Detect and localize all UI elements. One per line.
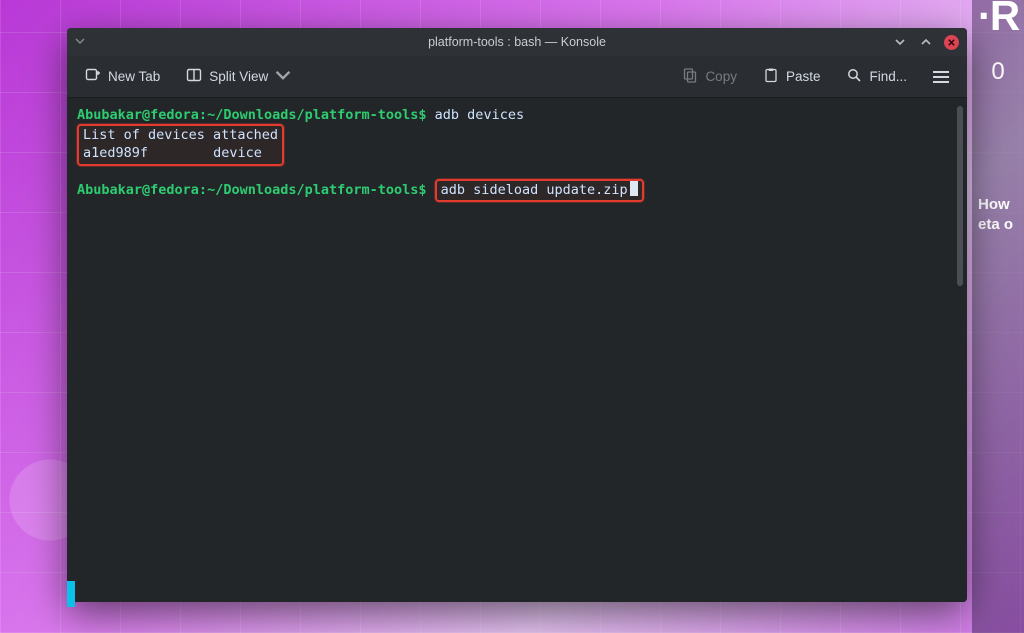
maximize-button[interactable]: [918, 34, 934, 50]
window-title: platform-tools : bash — Konsole: [67, 35, 967, 49]
chevron-down-icon: [275, 67, 291, 86]
search-icon: [846, 67, 862, 86]
find-button[interactable]: Find...: [840, 62, 913, 91]
taskbar-active-indicator: [67, 581, 75, 607]
paste-button[interactable]: Paste: [757, 62, 827, 91]
scrollbar[interactable]: [957, 106, 963, 286]
dock-logo: ·R: [978, 0, 1018, 40]
highlight-box-1: List of devices attached a1ed989f device: [77, 124, 284, 165]
window-titlebar[interactable]: platform-tools : bash — Konsole: [67, 28, 967, 56]
split-view-button[interactable]: Split View: [180, 62, 297, 91]
dock-text: How eta o: [978, 195, 1013, 234]
hamburger-icon: [933, 71, 949, 83]
terminal-line: Abubakar@fedora:~/Downloads/platform-too…: [77, 106, 957, 124]
blank-line: [77, 166, 957, 179]
split-view-icon: [186, 67, 202, 86]
hamburger-menu-button[interactable]: [927, 66, 955, 88]
right-dock: ·R 0 How eta o: [972, 0, 1024, 633]
terminal-area[interactable]: Abubakar@fedora:~/Downloads/platform-too…: [67, 98, 967, 602]
output-text: List of devices attached: [83, 127, 278, 143]
paste-icon: [763, 67, 779, 86]
terminal-line: Abubakar@fedora:~/Downloads/platform-too…: [77, 179, 957, 202]
new-tab-button[interactable]: New Tab: [79, 62, 166, 91]
find-label: Find...: [869, 69, 907, 84]
command-text: adb devices: [435, 107, 524, 123]
new-tab-label: New Tab: [108, 69, 160, 84]
copy-label: Copy: [705, 69, 737, 84]
command-text: adb sideload update.zip: [441, 182, 628, 198]
toolbar: New Tab Split View Copy Paste: [67, 56, 967, 98]
close-button[interactable]: [944, 35, 959, 50]
copy-icon: [682, 67, 698, 86]
app-menu-icon[interactable]: [75, 37, 85, 47]
device-id: a1ed989f: [83, 145, 148, 161]
dock-counter: 0: [991, 58, 1004, 86]
window-controls: [892, 34, 959, 50]
copy-button[interactable]: Copy: [676, 62, 743, 91]
split-view-label: Split View: [209, 69, 268, 84]
konsole-window: platform-tools : bash — Konsole New Tab …: [67, 28, 967, 602]
device-status: device: [213, 145, 262, 161]
cursor: [630, 181, 638, 196]
highlight-box-2: adb sideload update.zip: [435, 179, 644, 202]
new-tab-icon: [85, 67, 101, 86]
paste-label: Paste: [786, 69, 821, 84]
minimize-button[interactable]: [892, 34, 908, 50]
